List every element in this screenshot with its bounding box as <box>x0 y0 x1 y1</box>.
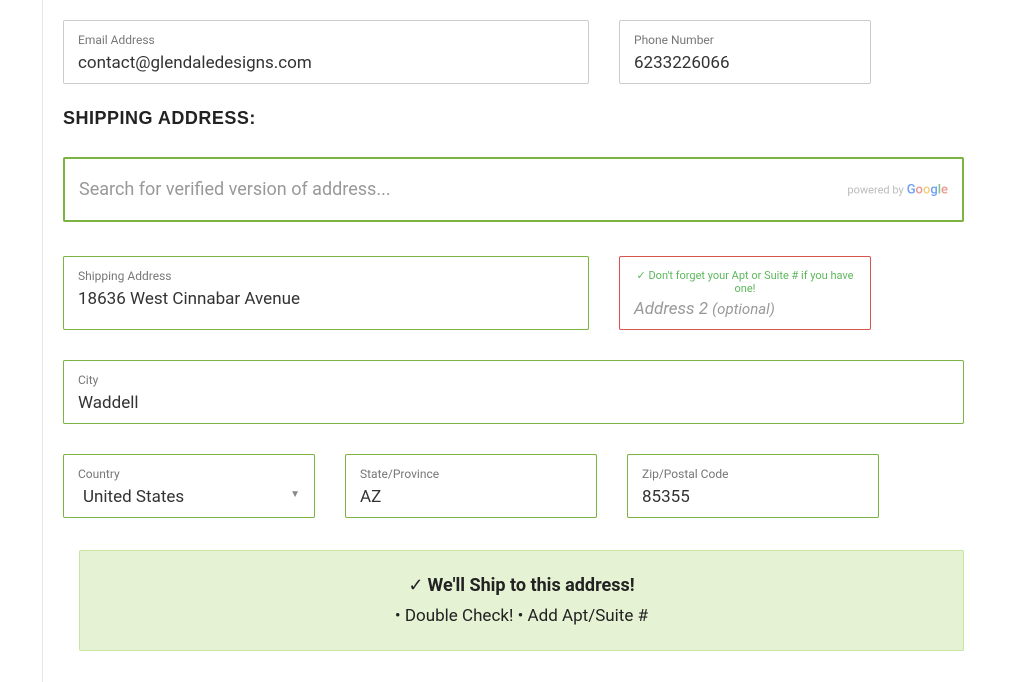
zip-input[interactable] <box>642 487 864 507</box>
address-search-wrapper: powered by Google <box>63 157 964 222</box>
state-field-wrapper: State/Province <box>345 454 597 518</box>
zip-field-wrapper: Zip/Postal Code <box>627 454 879 518</box>
email-label: Email Address <box>78 33 574 47</box>
shipping-address-wrapper: Shipping Address <box>63 256 589 330</box>
shipping-address-label: Shipping Address <box>78 269 574 283</box>
city-input[interactable] <box>78 393 949 413</box>
shipping-address-heading: SHIPPING ADDRESS: <box>63 108 964 129</box>
city-field-wrapper: City <box>63 360 964 424</box>
powered-by-text: powered by <box>847 183 903 196</box>
google-logo-icon: Google <box>907 182 948 197</box>
phone-label: Phone Number <box>634 33 856 47</box>
country-label: Country <box>78 467 300 481</box>
address2-optional: (optional) <box>712 300 775 318</box>
address2-hint: ✓ Don't forget your Apt or Suite # if yo… <box>634 269 856 295</box>
address2-wrapper[interactable]: ✓ Don't forget your Apt or Suite # if yo… <box>619 256 871 330</box>
confirm-title: ✓We'll Ship to this address! <box>100 575 943 596</box>
powered-by-google: powered by Google <box>847 182 948 197</box>
zip-label: Zip/Postal Code <box>642 467 864 481</box>
check-icon: ✓ <box>408 575 423 596</box>
state-input[interactable] <box>360 487 582 507</box>
country-field-wrapper[interactable]: Country United States ▼ <box>63 454 315 518</box>
state-label: State/Province <box>360 467 582 481</box>
email-field-wrapper: Email Address <box>63 20 589 84</box>
address-search-input[interactable] <box>79 179 687 200</box>
chevron-down-icon: ▼ <box>290 489 300 500</box>
address2-main: Address 2 <box>634 299 708 319</box>
phone-input[interactable] <box>634 53 856 73</box>
shipping-confirm-box: ✓We'll Ship to this address! • Double Ch… <box>79 550 964 651</box>
shipping-address-input[interactable] <box>78 289 574 309</box>
email-input[interactable] <box>78 53 574 73</box>
address2-placeholder: Address 2 (optional) <box>634 299 856 319</box>
confirm-title-text: We'll Ship to this address! <box>428 575 635 596</box>
city-label: City <box>78 373 949 387</box>
country-select-value: United States <box>78 487 300 507</box>
phone-field-wrapper: Phone Number <box>619 20 871 84</box>
confirm-subtext: • Double Check! • Add Apt/Suite # <box>100 606 943 626</box>
